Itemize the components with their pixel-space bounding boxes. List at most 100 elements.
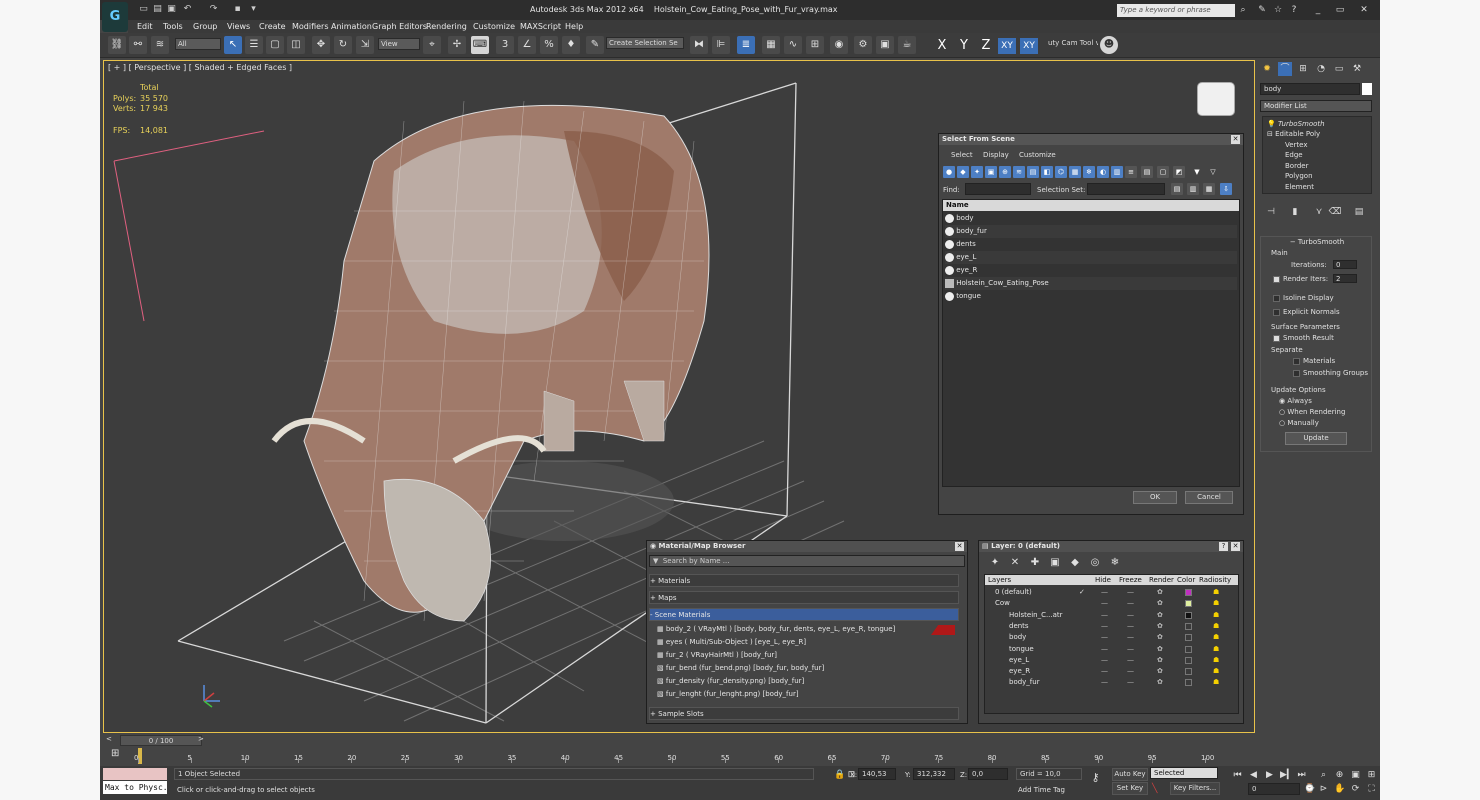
render-production-icon[interactable]: ☕	[898, 36, 916, 54]
rect-selection-icon[interactable]: ▢	[266, 36, 284, 54]
current-frame-field[interactable]: 0	[1248, 783, 1300, 795]
select-objects-icon[interactable]: ▣	[1047, 556, 1063, 570]
key-icon[interactable]: ⚷	[1090, 772, 1101, 783]
tools-icon[interactable]: ✎	[1256, 4, 1268, 16]
key-mode-dropdown[interactable]: Selected	[1150, 767, 1218, 779]
custom-tool-label[interactable]: uty Cam Tool v	[1046, 38, 1098, 50]
filter-hidden-icon[interactable]: ◐	[1097, 166, 1109, 178]
menu-create[interactable]: Create	[259, 22, 286, 31]
freeze-toggle[interactable]: —	[1127, 632, 1134, 643]
favorites-icon[interactable]: ☆	[1272, 4, 1284, 16]
redo-icon[interactable]: ↷	[208, 4, 219, 15]
layer-row[interactable]: Holstein_C...atr — — ✿ ☗	[985, 610, 1237, 621]
hierarchy-tab-icon[interactable]: ⊞	[1296, 62, 1310, 76]
layer-color-swatch[interactable]	[1185, 622, 1192, 630]
render-toggle[interactable]: ✿	[1157, 621, 1163, 632]
render-toggle[interactable]: ✿	[1157, 598, 1163, 609]
radiosity-icon[interactable]: ☗	[1213, 655, 1219, 666]
menu-display[interactable]: Display	[983, 151, 1009, 159]
orbit-icon[interactable]: ⟳	[1350, 784, 1361, 795]
show-end-result-icon[interactable]: ▮	[1288, 205, 1302, 219]
selection-set-dropdown[interactable]	[1087, 183, 1165, 195]
group-maps[interactable]: + Maps	[649, 591, 959, 604]
menu-maxscript[interactable]: MAXScript	[520, 22, 561, 31]
freeze-toggle[interactable]: —	[1127, 666, 1134, 677]
named-selection-dropdown[interactable]: Create Selection Se	[606, 37, 684, 49]
mini-curve-editor-icon[interactable]: ⊞	[111, 748, 119, 759]
scale-icon[interactable]: ⇲	[356, 36, 374, 54]
radiosity-icon[interactable]: ☗	[1213, 610, 1219, 621]
light-bulb-icon[interactable]: 💡	[1267, 120, 1276, 128]
hide-toggle[interactable]: —	[1101, 632, 1108, 643]
layer-color-swatch[interactable]	[1185, 589, 1192, 596]
menu-select[interactable]: Select	[951, 151, 973, 159]
selection-set-b-icon[interactable]: ▥	[1187, 183, 1199, 195]
modify-tab-icon[interactable]: ⌒	[1278, 62, 1292, 76]
radiosity-icon[interactable]: ☗	[1213, 666, 1219, 677]
create-tab-icon[interactable]: ✹	[1260, 62, 1274, 76]
move-icon[interactable]: ✥	[312, 36, 330, 54]
stack-item-polygon[interactable]: Polygon	[1263, 171, 1371, 181]
render-toggle[interactable]: ✿	[1157, 666, 1163, 677]
cancel-button[interactable]: Cancel	[1185, 491, 1233, 504]
graphite-tools-icon[interactable]: ▦	[762, 36, 780, 54]
axis-xy-button[interactable]: XY	[998, 38, 1016, 54]
menu-customize[interactable]: Customize	[473, 22, 515, 31]
filter-icon[interactable]: ▼	[1191, 166, 1203, 178]
iterations-spinner[interactable]: 0	[1333, 260, 1357, 269]
menu-help[interactable]: Help	[565, 22, 583, 31]
layer-color-swatch[interactable]	[1185, 656, 1192, 664]
list-item[interactable]: tongue	[945, 290, 1237, 303]
z-coordinate-field[interactable]: 0,0	[968, 768, 1008, 780]
stack-item-border[interactable]: Border	[1263, 161, 1371, 171]
viewport-label[interactable]: [ + ] [ Perspective ] [ Shaded + Edged F…	[108, 63, 292, 72]
list-item[interactable]: body_fur	[945, 225, 1237, 238]
zoom-extents-all-icon[interactable]: ⊞	[1366, 770, 1377, 781]
radiosity-icon[interactable]: ☗	[1213, 644, 1219, 655]
axis-y-button[interactable]: Y	[955, 38, 973, 54]
pan-icon[interactable]: ✋	[1334, 784, 1345, 795]
lock-selection-icon[interactable]: 🔒	[834, 770, 845, 781]
new-layer-icon[interactable]: ✦	[987, 556, 1003, 570]
close-icon[interactable]: ✕	[1231, 542, 1240, 551]
layer-color-swatch[interactable]	[1185, 645, 1192, 653]
column-color[interactable]: Color	[1177, 576, 1195, 584]
list-item[interactable]: eye_L	[945, 251, 1237, 264]
hide-toggle[interactable]: —	[1101, 655, 1108, 666]
layer-color-swatch[interactable]	[1185, 600, 1192, 608]
display-tab-icon[interactable]: ▭	[1332, 62, 1346, 76]
stack-item-turbosmooth[interactable]: 💡 TurboSmooth	[1263, 119, 1371, 129]
maxscript-input[interactable]: Max to Physc.	[103, 781, 167, 794]
column-radiosity[interactable]: Radiosity	[1199, 576, 1231, 584]
filter-options-icon[interactable]: ▽	[1207, 166, 1219, 178]
time-slider[interactable]: 0 / 100	[120, 735, 202, 746]
rotate-icon[interactable]: ↻	[334, 36, 352, 54]
slider-left-arrow-icon[interactable]: <	[106, 735, 112, 743]
rendered-frame-icon[interactable]: ▣	[876, 36, 894, 54]
ref-coord-dropdown[interactable]: View	[378, 38, 420, 50]
render-iters-spinner[interactable]: 2	[1333, 274, 1357, 283]
freeze-toggle[interactable]: —	[1127, 655, 1134, 666]
menu-views[interactable]: Views	[227, 22, 250, 31]
filter-geometry-icon[interactable]: ●	[943, 166, 955, 178]
hide-toggle[interactable]: —	[1101, 610, 1108, 621]
stack-item-vertex[interactable]: Vertex	[1263, 140, 1371, 150]
custom-tool-icon[interactable]: ☻	[1100, 36, 1118, 54]
find-input[interactable]	[965, 183, 1031, 195]
filter-cameras-icon[interactable]: ▣	[985, 166, 997, 178]
layer-color-swatch[interactable]	[1185, 668, 1192, 676]
angle-snap-icon[interactable]: ∠	[518, 36, 536, 54]
freeze-toggle[interactable]: —	[1127, 677, 1134, 688]
selection-set-a-icon[interactable]: ▤	[1171, 183, 1183, 195]
object-color-swatch[interactable]	[1362, 83, 1372, 95]
freeze-toggle[interactable]: —	[1127, 621, 1134, 632]
auto-key-button[interactable]: Auto Key	[1112, 768, 1148, 781]
slider-right-arrow-icon[interactable]: >	[198, 735, 204, 743]
layer-row[interactable]: dents — — ✿ ☗	[985, 621, 1237, 632]
column-hide[interactable]: Hide	[1095, 576, 1111, 584]
set-key-filter-icon[interactable]: ╲	[1152, 784, 1157, 794]
manipulate-icon[interactable]: ✢	[448, 36, 466, 54]
render-toggle[interactable]: ✿	[1157, 632, 1163, 643]
viewcube-icon[interactable]	[1198, 83, 1234, 115]
search-icon[interactable]: ⌕	[1237, 4, 1249, 16]
